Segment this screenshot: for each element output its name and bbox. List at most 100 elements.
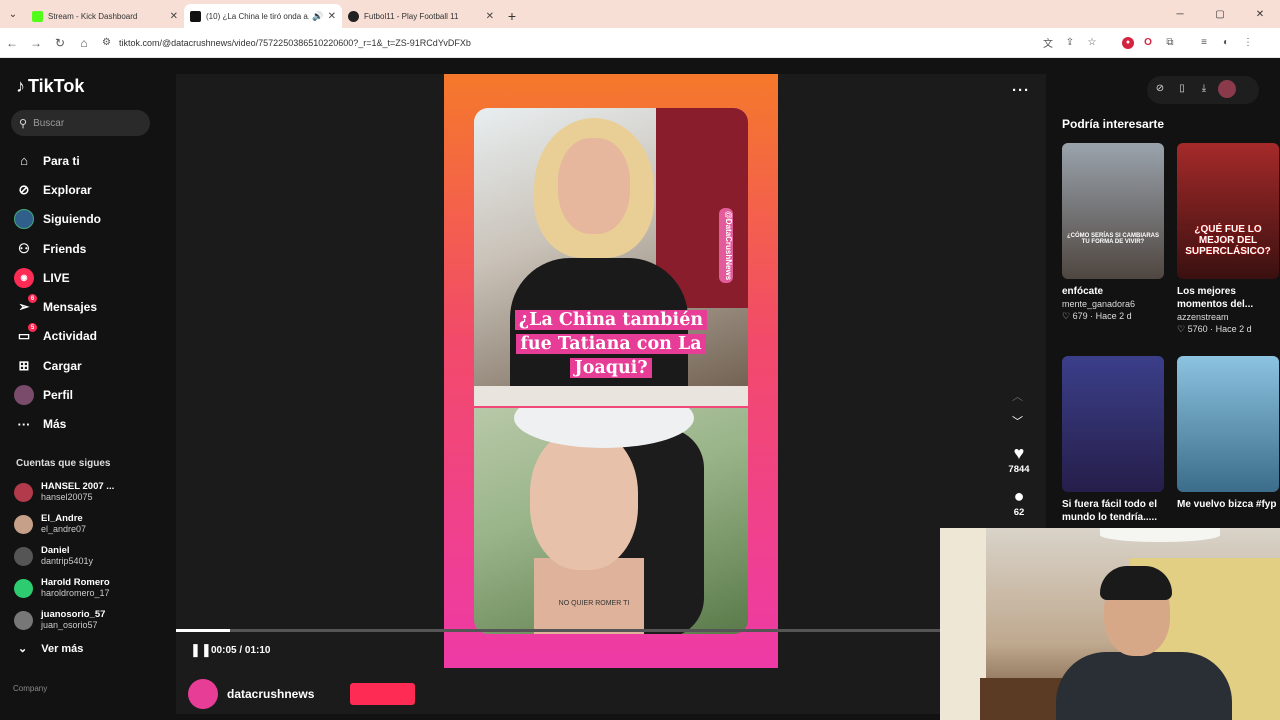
sidebar-item-live[interactable]: ◉ LIVE — [14, 263, 174, 292]
following-account[interactable]: juanosorio_57 juan_osorio57 — [14, 604, 174, 636]
sidebar-item-cargar[interactable]: ⊞ Cargar — [14, 351, 174, 380]
age: Hace 2 d — [1095, 311, 1132, 321]
streamer-body — [1056, 652, 1232, 720]
sidebar-item-para-ti[interactable]: ⌂ Para ti — [14, 146, 174, 175]
recommended-title: Los mejores momentos del... — [1177, 286, 1254, 310]
account-avatar[interactable] — [1218, 80, 1236, 98]
following-account[interactable]: Daniel dantrip5401y — [14, 540, 174, 572]
speaker-icon[interactable]: 🔊 — [312, 11, 323, 22]
compass-small-icon[interactable]: ⊘ — [1152, 80, 1168, 96]
video-time: 00:05 / 01:10 — [211, 645, 271, 656]
tab-search-chevron-icon[interactable]: ⌄ — [0, 0, 26, 28]
video-caption: ¿La China también fue Tatiana con La Joa… — [502, 308, 720, 380]
friends-icon: ⚇ — [18, 240, 30, 256]
author-name[interactable]: datacrushnews — [227, 687, 314, 701]
recommended-video[interactable]: Me vuelvo bizca #fyp — [1177, 356, 1279, 511]
translate-icon[interactable]: 文 — [1040, 35, 1056, 51]
activity-badge: 5 — [28, 323, 37, 333]
recommended-video[interactable]: ¿QUÉ FUE LO MEJOR DEL SUPERCLÁSICO? Los … — [1177, 143, 1279, 335]
neck-tattoo: NO QUIER ROMER TI — [558, 600, 630, 607]
company-link[interactable]: Company — [13, 684, 47, 693]
video-progress-bar[interactable] — [176, 629, 941, 632]
browser-menu-icon[interactable]: ⋮ — [1240, 35, 1256, 51]
recommended-author: mente_ganadora6 — [1062, 299, 1136, 309]
heart-icon: ♥ — [1013, 443, 1025, 463]
download-icon[interactable]: ⤓ — [1196, 80, 1212, 96]
age: Hace 2 d — [1215, 324, 1252, 334]
bookmark-star-icon[interactable]: ☆ — [1084, 35, 1100, 51]
tab-close-icon[interactable]: ✕ — [486, 11, 494, 22]
sidebar-item-actividad[interactable]: ▭ 5 Actividad — [14, 322, 174, 351]
profile-avatar-icon[interactable]: ◐ — [1218, 35, 1234, 51]
following-account[interactable]: Harold Romero haroldromero_17 — [14, 572, 174, 604]
close-window-icon[interactable]: ✕ — [1240, 0, 1280, 28]
more-options-icon[interactable]: ··· — [1012, 82, 1030, 99]
tab-close-icon[interactable]: ✕ — [170, 11, 178, 22]
recommended-video[interactable]: Si fuera fácil todo el mundo lo tendría.… — [1062, 356, 1164, 524]
comment-button[interactable]: ● 62 — [1004, 486, 1034, 518]
activity-icon: ▭ 5 — [14, 323, 37, 346]
sidebar-item-perfil[interactable]: Perfil — [14, 380, 174, 409]
compass-icon: ⊘ — [18, 181, 30, 197]
minimize-icon[interactable]: ─ — [1160, 0, 1200, 28]
account-name: Harold Romero — [41, 577, 110, 588]
messages-badge: 6 — [28, 294, 37, 304]
reading-list-icon[interactable]: ≡ — [1196, 35, 1212, 51]
adblock-extension-icon[interactable]: ● — [1122, 36, 1134, 49]
phone-icon[interactable]: ▯ — [1174, 80, 1190, 96]
site-info-icon[interactable]: ⚙ — [102, 37, 111, 48]
likes: 679 — [1072, 311, 1088, 321]
back-icon[interactable]: ← — [0, 31, 24, 55]
account-handle: juan_osorio57 — [41, 620, 98, 630]
video-thumbnail — [1062, 356, 1164, 492]
window-controls: ─ ▢ ✕ — [1160, 0, 1280, 28]
avatar — [14, 610, 33, 630]
browser-tab-kick[interactable]: Stream - Kick Dashboard ✕ — [26, 4, 184, 28]
sidebar-item-mas[interactable]: ··· Más — [14, 410, 174, 439]
sidebar-item-siguiendo[interactable]: Siguiendo — [14, 205, 174, 234]
maximize-icon[interactable]: ▢ — [1200, 0, 1240, 28]
sidebar-item-label: Siguiendo — [43, 212, 101, 227]
previous-video-icon[interactable]: ︿ — [1012, 388, 1023, 404]
sidebar-item-label: Cargar — [43, 358, 82, 373]
url-field[interactable]: ⚙ tiktok.com/@datacrushnews/video/757225… — [96, 31, 1036, 54]
tiktok-logo[interactable]: ♪ TikTok — [16, 76, 84, 97]
like-button[interactable]: ♥ 7844 — [1004, 443, 1034, 475]
comment-icon: ● — [1013, 486, 1025, 506]
reload-icon[interactable]: ↻ — [48, 31, 72, 55]
progress-fill — [176, 629, 230, 632]
following-account[interactable]: El_Andre el_andre07 — [14, 508, 174, 540]
thumbnail-text: ¿CÓMO SERÍAS SI CAMBIARAS TU FORMA DE VI… — [1066, 233, 1159, 245]
avatar — [14, 546, 33, 566]
browser-tab-futbol11[interactable]: Futbol11 - Play Football 11 ✕ — [342, 4, 500, 28]
pause-button[interactable]: ❚❚ — [190, 642, 212, 658]
following-section-title: Cuentas que sigues — [16, 458, 111, 469]
video-frame[interactable]: NO QUIER ROMER TI @DataCrushNews ¿La Chi… — [444, 74, 778, 668]
recommended-title: enfócate — [1062, 286, 1104, 297]
upload-icon: ⊞ — [18, 357, 30, 373]
home-browser-icon[interactable]: ⌂ — [72, 31, 96, 55]
cast-icon[interactable]: ⇪ — [1062, 35, 1078, 51]
new-tab-button[interactable]: + — [500, 4, 524, 28]
sidebar-item-friends[interactable]: ⚇ Friends — [14, 234, 174, 263]
following-account[interactable]: HANSEL 2007 ... hansel20075 — [14, 476, 174, 508]
next-video-icon[interactable]: ﹀ — [1012, 413, 1023, 429]
screen: { "browser": { "tabs": [ {"title": "Stre… — [0, 0, 1280, 720]
recommended-video[interactable]: ¿CÓMO SERÍAS SI CAMBIARAS TU FORMA DE VI… — [1062, 143, 1164, 322]
browser-tab-tiktok[interactable]: (10) ¿La China le tiró onda a... 🔊 ✕ — [184, 4, 342, 28]
account-handle: haroldromero_17 — [41, 588, 110, 598]
see-more-button[interactable]: ⌄ Ver más — [18, 642, 83, 656]
host-face — [558, 138, 630, 234]
extensions-puzzle-icon[interactable]: ⧉ — [1162, 35, 1178, 51]
sidebar-item-mensajes[interactable]: ➢ 6 Mensajes — [14, 292, 174, 321]
tab-close-icon[interactable]: ✕ — [328, 11, 336, 22]
video-thumbnail: ¿QUÉ FUE LO MEJOR DEL SUPERCLÁSICO? — [1177, 143, 1279, 279]
sidebar-item-explorar[interactable]: ⊘ Explorar — [14, 175, 174, 204]
more-dots-icon: ··· — [17, 416, 31, 432]
follow-button[interactable] — [350, 683, 416, 705]
search-input[interactable]: ⚲ Buscar — [11, 110, 150, 136]
opera-extension-icon[interactable]: O — [1140, 35, 1156, 51]
author-avatar[interactable] — [188, 679, 218, 709]
forward-icon[interactable]: → — [24, 31, 48, 55]
